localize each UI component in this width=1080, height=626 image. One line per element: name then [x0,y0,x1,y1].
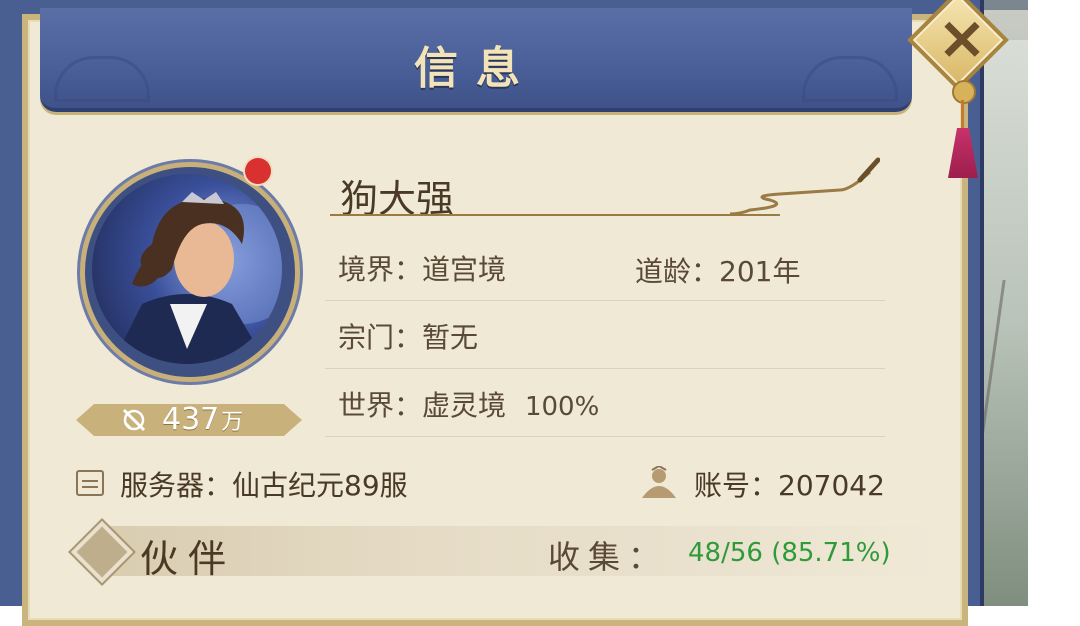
background-tree [977,280,1036,460]
age-label: 道龄： [635,255,720,288]
account-value: 207042 [778,469,885,502]
sword-shield-icon [122,408,146,432]
realm-label: 境界： [338,253,423,286]
world-value: 虚灵境 [422,389,507,422]
notepad-icon [76,470,104,496]
row-divider [325,300,885,301]
account-label: 账号： [694,469,779,502]
character-icon [642,466,676,498]
notification-dot [245,158,271,184]
combat-power-number: 437 [162,402,220,437]
server-label: 服务器： [120,469,233,502]
background-scenery [977,40,1036,606]
collect-label: 收集： [548,538,669,576]
character-portrait-icon [112,192,282,364]
server-info: 服务器：仙古纪元89服 [120,464,408,504]
sect-value: 暂无 [422,321,479,354]
realm-row: 境界：道宫境 [338,248,506,288]
world-row: 世界：虚灵境 100% [338,384,599,424]
avatar[interactable] [92,174,282,364]
account-info: 账号：207042 [694,464,885,504]
panel-title: 信息 [414,43,538,94]
sect-label: 宗门： [338,321,423,354]
realm-value: 道宫境 [422,253,507,286]
age-row: 道龄：201年 [635,250,800,290]
tassel-cord [961,100,964,130]
server-value: 仙古纪元89服 [232,469,408,502]
name-underline [330,214,780,216]
brush-icon [730,157,880,216]
row-divider [325,368,885,369]
combat-power-unit: 万 [221,410,244,435]
collect-value: 48/56 (85.71%) [688,538,891,568]
sect-row: 宗门：暂无 [338,316,478,356]
panel-header: 信息 [40,8,912,112]
world-label: 世界： [338,389,423,422]
companion-label: 伙伴 [140,537,237,581]
row-divider [325,436,885,437]
close-icon[interactable]: × [932,8,992,68]
world-progress: 100% [524,392,600,422]
age-value: 201年 [719,255,801,288]
tassel-knot-icon [952,80,976,104]
combat-power-value: 437万 [162,402,243,437]
